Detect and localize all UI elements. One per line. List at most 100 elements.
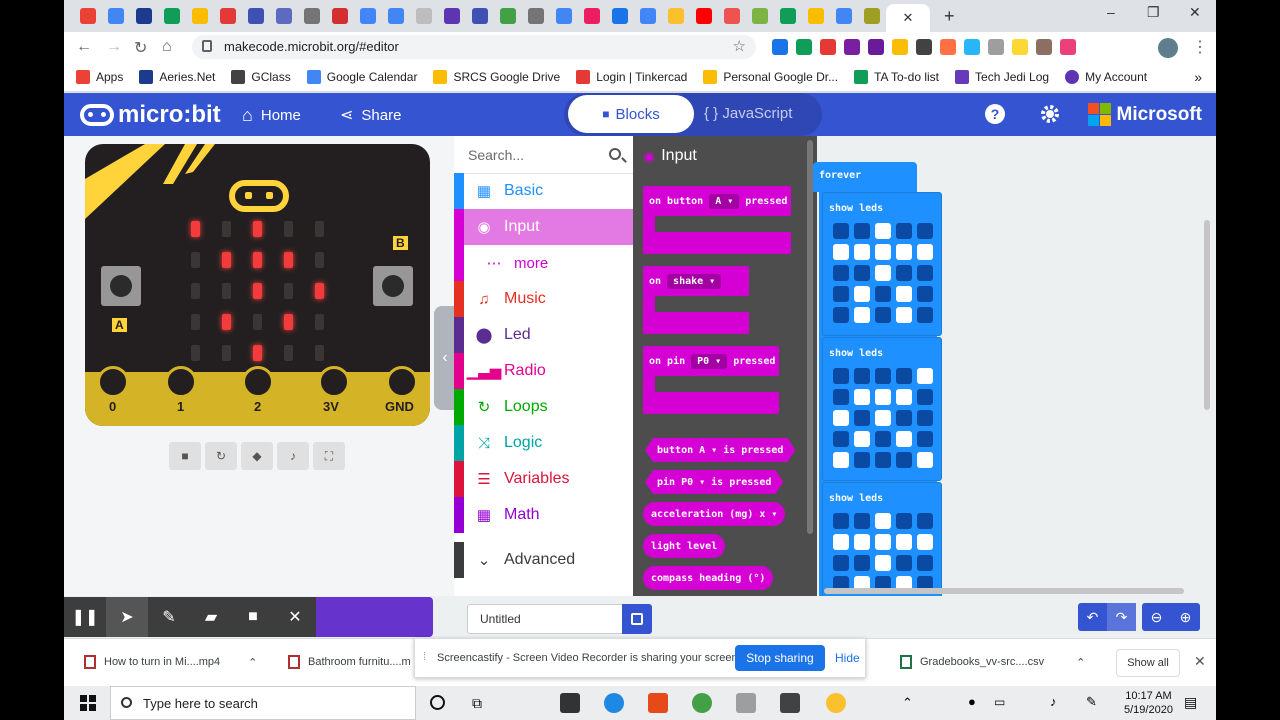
led-toggle[interactable] — [875, 389, 891, 405]
tinkercad-tab-icon[interactable] — [220, 8, 236, 24]
pin-1[interactable] — [165, 366, 197, 398]
led-toggle[interactable] — [854, 431, 870, 447]
bookmark-my-account[interactable]: My Account — [1065, 69, 1147, 84]
led-toggle[interactable] — [917, 286, 933, 302]
hide-button[interactable]: Hide — [835, 651, 860, 665]
led-toggle[interactable] — [917, 368, 933, 384]
notifications-icon[interactable]: ▤ — [1184, 694, 1197, 711]
led-toggle[interactable] — [854, 265, 870, 281]
led-toggle[interactable] — [896, 431, 912, 447]
volume-icon[interactable]: ♪ — [1050, 694, 1057, 709]
show-leds-block[interactable]: show leds — [822, 192, 942, 336]
forms-tab-icon[interactable] — [248, 8, 264, 24]
led-toggle[interactable] — [875, 244, 891, 260]
show-leds-block[interactable]: show leds — [822, 482, 942, 602]
led-toggle[interactable] — [896, 368, 912, 384]
extension-icon[interactable] — [820, 39, 836, 55]
microsoft-logo[interactable]: Microsoft — [1087, 103, 1202, 126]
category-basic[interactable]: ▦ Basic — [454, 173, 633, 209]
close-icon[interactable]: ✕ — [274, 597, 316, 637]
led-toggle[interactable] — [833, 286, 849, 302]
zoom-out-icon[interactable]: ⊖ — [1142, 603, 1171, 631]
led-toggle[interactable] — [917, 431, 933, 447]
tray-chevron-icon[interactable]: ⌃ — [902, 695, 913, 711]
led-toggle[interactable] — [917, 389, 933, 405]
bookmark-calendar[interactable]: Google Calendar — [306, 69, 417, 84]
edge-app-icon[interactable] — [604, 693, 624, 713]
screencastify-tab-icon[interactable] — [724, 8, 740, 24]
redo-icon[interactable]: ↷ — [1107, 603, 1136, 631]
blocks-tab[interactable]: ■ Blocks — [568, 95, 694, 133]
pin-is-pressed-block[interactable]: pin P0 ▾ is pressed — [645, 470, 783, 494]
button-dropdown[interactable]: A ▾ — [699, 445, 717, 456]
snip-app-icon[interactable] — [736, 693, 756, 713]
back-icon[interactable]: ← — [76, 38, 92, 56]
pin-3v[interactable] — [318, 366, 350, 398]
category-input-more[interactable]: ⋯ more — [454, 245, 633, 281]
menu-icon[interactable]: ⋮ — [1192, 37, 1208, 57]
reload-icon[interactable]: ↻ — [134, 38, 147, 58]
extension-icon[interactable] — [916, 39, 932, 55]
extension-icon[interactable] — [796, 39, 812, 55]
led-toggle[interactable] — [833, 265, 849, 281]
led-toggle[interactable] — [917, 223, 933, 239]
led-toggle[interactable] — [833, 452, 849, 468]
search-input[interactable]: Search... — [454, 136, 633, 174]
javascript-tab[interactable]: { } JavaScript — [704, 105, 792, 122]
led-toggle[interactable] — [833, 244, 849, 260]
workspace-horizontal-scrollbar[interactable] — [824, 588, 1184, 594]
on-gesture-block[interactable]: on shake ▾ — [643, 266, 749, 296]
download-item[interactable]: Bathroom furnitu....m — [288, 655, 411, 669]
forms-tab-icon[interactable] — [472, 8, 488, 24]
sheets-tab-icon[interactable] — [164, 8, 180, 24]
stop-sharing-button[interactable]: Stop sharing — [735, 645, 825, 671]
bookmark-personal-drive[interactable]: Personal Google Dr... — [703, 69, 838, 84]
led-toggle[interactable] — [854, 286, 870, 302]
address-bar[interactable]: makecode.microbit.org/#editor ☆ — [192, 35, 756, 59]
led-toggle[interactable] — [833, 410, 849, 426]
led-toggle[interactable] — [854, 244, 870, 260]
led-toggle[interactable] — [875, 307, 891, 323]
drive-tab-icon[interactable] — [192, 8, 208, 24]
led-toggle[interactable] — [896, 555, 912, 571]
led-toggle[interactable] — [917, 513, 933, 529]
gesture-dropdown[interactable]: shake ▾ — [667, 273, 722, 289]
acceleration-block[interactable]: acceleration (mg) x ▾ — [643, 502, 786, 526]
button-dropdown[interactable]: A ▾ — [709, 193, 740, 209]
bookmark-tinkercad[interactable]: Login | Tinkercad — [576, 69, 687, 84]
led-toggle[interactable] — [854, 513, 870, 529]
led-toggle[interactable] — [875, 534, 891, 550]
undo-icon[interactable]: ↶ — [1078, 603, 1107, 631]
translate-tab-icon[interactable] — [612, 8, 628, 24]
bookmark-todo[interactable]: TA To-do list — [854, 69, 939, 84]
flyout-scrollbar[interactable] — [807, 140, 813, 534]
youtube-tab-icon[interactable] — [696, 8, 712, 24]
active-tab[interactable]: ✕ — [886, 4, 930, 32]
camera-icon[interactable]: ■ — [232, 597, 274, 637]
category-radio[interactable]: ▁▃▅ Radio — [454, 353, 633, 389]
pin-dropdown[interactable]: P0 ▾ — [681, 477, 705, 488]
extension-icon[interactable] — [940, 39, 956, 55]
chrome-app-icon[interactable] — [826, 693, 846, 713]
taskbar-search[interactable]: Type here to search — [110, 686, 416, 720]
pause-icon[interactable]: ❚❚ — [64, 597, 106, 637]
category-led[interactable]: ⬤ Led — [454, 317, 633, 353]
new-tab-button[interactable]: + — [944, 6, 955, 27]
forward-icon[interactable]: → — [106, 38, 122, 56]
led-toggle[interactable] — [875, 223, 891, 239]
extension-icon[interactable] — [988, 39, 1004, 55]
sheets-tab-icon[interactable] — [780, 8, 796, 24]
led-toggle[interactable] — [875, 265, 891, 281]
office-app-icon[interactable] — [648, 693, 668, 713]
pin-2[interactable] — [242, 366, 274, 398]
button-b[interactable] — [373, 266, 413, 306]
led-toggle[interactable] — [917, 265, 933, 281]
calendar-tab-icon[interactable] — [108, 8, 124, 24]
led-toggle[interactable] — [917, 452, 933, 468]
calculator-app-icon[interactable] — [780, 693, 800, 713]
category-input[interactable]: ◉ Input — [454, 209, 633, 245]
led-toggle[interactable] — [854, 555, 870, 571]
led-toggle[interactable] — [854, 534, 870, 550]
led-toggle[interactable] — [875, 513, 891, 529]
led-toggle[interactable] — [896, 265, 912, 281]
